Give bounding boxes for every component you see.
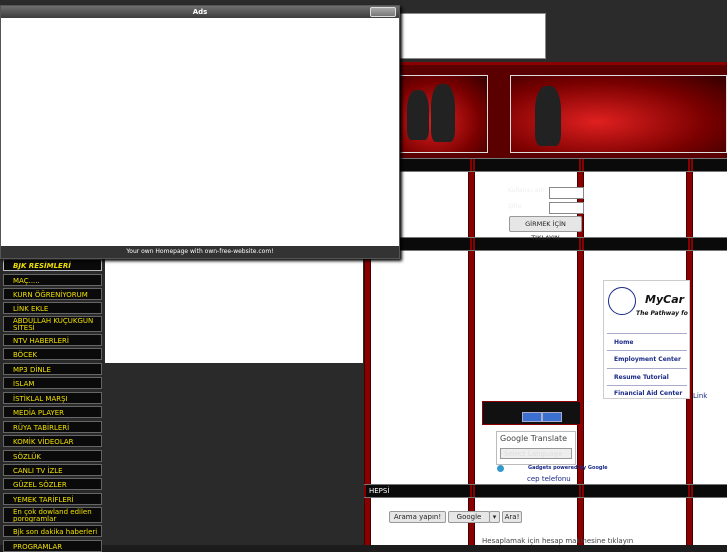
mycareer-widget: MyCar The Pathway fo Home Employment Cen… [603,280,690,399]
career-link-financial-aid[interactable]: Financial Aid Center [614,390,682,397]
username-label: Kullanıcı adı [508,187,544,194]
menu-item[interactable]: İSLAM [3,377,102,389]
menu-item[interactable]: BÖCEK [3,348,102,360]
section-header-cell [473,159,581,171]
section-header-cell [691,485,727,497]
menu-item[interactable]: ABDULLAH KUÇUKGUN SİTESİ [3,316,102,332]
career-link-home[interactable]: Home [614,339,633,346]
header-banner [364,62,727,161]
password-input[interactable] [549,202,584,214]
menu-item[interactable]: En çok dowland edilen porogramlar [3,507,102,523]
section-header-row: HEPSİ [364,484,727,498]
globe-icon [608,287,636,315]
plus-icon [497,465,504,472]
section-header-cell [473,485,581,497]
section-header-row: ÜYELER [364,158,727,172]
ads-footer[interactable]: Your own Homepage with own-free-website.… [1,246,399,258]
career-tagline: The Pathway fo [636,310,688,317]
ads-title: Ads [192,8,208,16]
section-header-all: HEPSİ [364,485,472,497]
username-input[interactable] [549,187,584,199]
menu-item[interactable]: CANLI TV İZLE [3,464,102,476]
menu-item[interactable]: YEMEK TARİFLERİ [3,493,102,505]
menu-item[interactable]: MEDİA PLAYER [3,406,102,418]
menu-item[interactable]: SÖZLÜK [3,450,102,462]
banner-image-right [510,75,727,153]
section-header-cell [691,159,727,171]
section-header-cell [582,159,690,171]
menu-item[interactable]: KURN ÖĞRENİYORUM [3,288,102,300]
login-submit-button[interactable]: GİRMEK İÇİN TIKLAYIN [509,216,582,242]
section-header-cell [582,485,690,497]
menu-item[interactable]: İSTİKLAL MARŞI [3,392,102,404]
section-header-cell [473,238,581,250]
menu-item[interactable]: RÜYA TABİRLERİ [3,421,102,433]
language-select[interactable]: Select Language [500,448,572,459]
search-go-button[interactable]: Ara! [502,511,522,523]
career-brand: MyCar [645,293,685,306]
section-header-cell [582,238,690,250]
menu-item[interactable]: BJK RESİMLERİ [3,259,102,271]
ads-title-bar[interactable]: Ads [1,6,399,18]
gadget-powered-text[interactable]: Gadgets powered by Google [528,465,608,471]
chevron-down-icon[interactable]: ▾ [489,511,500,523]
banner-image-left [398,75,488,153]
career-link-resume[interactable]: Resume Tutorial [614,374,669,381]
menu-item[interactable]: MP3 DİNLE [3,363,102,375]
footer-calculator-text: Hesaplamak için hesap makinesine tıklayı… [482,537,634,545]
menu-item[interactable]: MAÇ..... [3,274,102,286]
white-content-column [105,256,363,363]
password-label: Şifre [508,203,522,210]
search-engine-select[interactable]: Google [448,511,490,523]
menu-item[interactable]: NTV HABERLERİ [3,334,102,346]
menu-item[interactable]: KOMİK VİDEOLAR [3,435,102,447]
ads-popup-window[interactable]: Ads Your own Homepage with own-free-webs… [0,5,400,259]
cep-telefonu-link[interactable]: cep telefonu [527,475,571,483]
side-link[interactable]: Link [693,392,707,400]
menu-item[interactable]: GÜZEL SÖZLER [3,478,102,490]
close-icon[interactable] [370,7,396,17]
menu-item[interactable]: LİNK EKLE [3,302,102,314]
search-button[interactable]: Arama yapın! [389,511,446,523]
career-link-employment[interactable]: Employment Center [614,356,681,363]
google-translate-widget: Google Translate Select Language [496,431,576,465]
menu-item[interactable]: PROGRAMLAR [3,540,102,552]
translate-brand: Google Translate [500,434,568,443]
counter-box [482,401,581,425]
menu-item[interactable]: Bjk son dakika haberleri [3,525,102,537]
section-header-cell [691,238,727,250]
top-white-box [398,13,546,59]
